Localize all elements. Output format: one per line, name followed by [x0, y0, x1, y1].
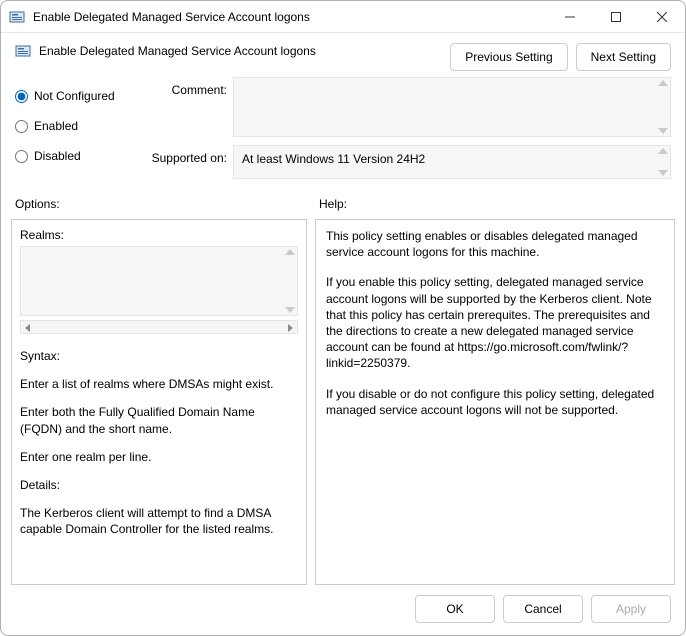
- scroll-left-icon[interactable]: [25, 324, 30, 332]
- radio-not-configured[interactable]: Not Configured: [15, 89, 135, 103]
- scroll-down-icon[interactable]: [658, 170, 668, 176]
- panels: Realms: Syntax: Enter a list of realms w…: [1, 213, 685, 585]
- supported-on-value-box: At least Windows 11 Version 24H2: [233, 145, 671, 179]
- window-controls: [547, 1, 685, 32]
- close-button[interactable]: [639, 1, 685, 33]
- policy-icon: [9, 9, 25, 25]
- syntax-line-2: Enter both the Fully Qualified Domain Na…: [20, 404, 298, 436]
- scroll-down-icon[interactable]: [285, 307, 295, 313]
- section-labels: Options: Help:: [1, 179, 685, 213]
- realms-listbox[interactable]: [20, 246, 298, 316]
- policy-icon: [15, 43, 31, 59]
- radio-disabled-input[interactable]: [15, 150, 28, 163]
- scroll-up-icon[interactable]: [658, 80, 668, 86]
- titlebar: Enable Delegated Managed Service Account…: [1, 1, 685, 33]
- help-label: Help:: [319, 197, 347, 211]
- radio-not-configured-label: Not Configured: [34, 89, 115, 103]
- maximize-button[interactable]: [593, 1, 639, 33]
- scroll-up-icon[interactable]: [658, 148, 668, 154]
- help-paragraph-2: If you enable this policy setting, deleg…: [326, 274, 664, 371]
- window-title: Enable Delegated Managed Service Account…: [33, 10, 547, 24]
- supported-on-label: Supported on:: [147, 145, 233, 179]
- comment-textarea[interactable]: [233, 77, 671, 137]
- details-label: Details:: [20, 477, 298, 493]
- state-radios: Not Configured Enabled Disabled: [15, 77, 135, 179]
- next-setting-button[interactable]: Next Setting: [576, 43, 671, 71]
- radio-enabled[interactable]: Enabled: [15, 119, 135, 133]
- realms-hscrollbar[interactable]: [20, 320, 298, 334]
- minimize-button[interactable]: [547, 1, 593, 33]
- scroll-up-icon[interactable]: [285, 249, 295, 255]
- details-line-1: The Kerberos client will attempt to find…: [20, 505, 298, 537]
- syntax-line-3: Enter one realm per line.: [20, 449, 298, 465]
- radio-enabled-input[interactable]: [15, 120, 28, 133]
- radio-enabled-label: Enabled: [34, 119, 78, 133]
- help-paragraph-1: This policy setting enables or disables …: [326, 228, 664, 260]
- header-row: Enable Delegated Managed Service Account…: [1, 33, 685, 71]
- scroll-down-icon[interactable]: [658, 128, 668, 134]
- ok-button[interactable]: OK: [415, 595, 495, 623]
- realms-label: Realms:: [20, 228, 298, 242]
- cancel-button[interactable]: Cancel: [503, 595, 583, 623]
- syntax-line-1: Enter a list of realms where DMSAs might…: [20, 376, 298, 392]
- options-label: Options:: [15, 197, 305, 211]
- radio-not-configured-input[interactable]: [15, 90, 28, 103]
- options-panel: Realms: Syntax: Enter a list of realms w…: [11, 219, 307, 585]
- state-row: Not Configured Enabled Disabled Comment:…: [1, 71, 685, 179]
- setting-title: Enable Delegated Managed Service Account…: [39, 44, 316, 58]
- previous-setting-button[interactable]: Previous Setting: [450, 43, 567, 71]
- syntax-label: Syntax:: [20, 348, 298, 364]
- footer-buttons: OK Cancel Apply: [1, 585, 685, 635]
- radio-disabled[interactable]: Disabled: [15, 149, 135, 163]
- scroll-right-icon[interactable]: [288, 324, 293, 332]
- supported-on-value: At least Windows 11 Version 24H2: [242, 152, 425, 166]
- help-paragraph-3: If you disable or do not configure this …: [326, 386, 664, 418]
- help-panel: This policy setting enables or disables …: [315, 219, 675, 585]
- comment-label: Comment:: [147, 77, 233, 137]
- radio-disabled-label: Disabled: [34, 149, 81, 163]
- apply-button[interactable]: Apply: [591, 595, 671, 623]
